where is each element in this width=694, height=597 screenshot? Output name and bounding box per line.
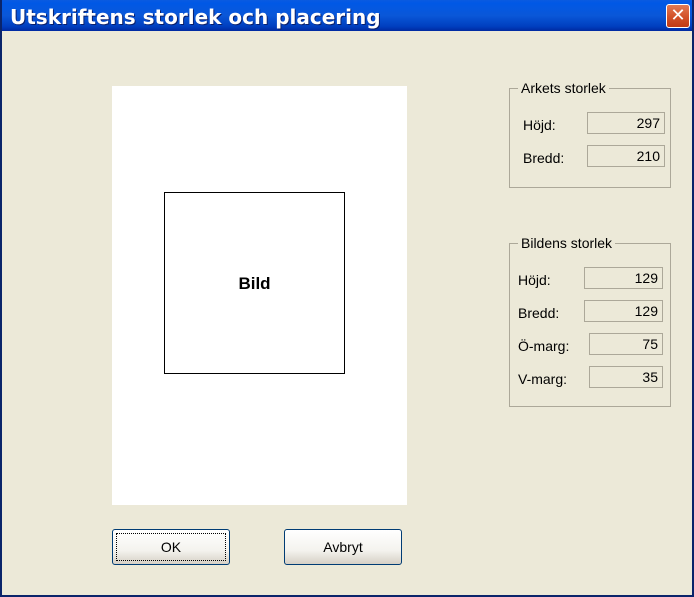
- image-height-label: Höjd:: [518, 272, 551, 288]
- sheet-width-field: 210: [587, 145, 665, 167]
- left-margin-field: 35: [589, 366, 663, 388]
- cancel-button[interactable]: Avbryt: [284, 529, 402, 565]
- image-height-field: 129: [584, 267, 663, 289]
- sheet-height-label: Höjd:: [523, 117, 556, 133]
- image-width-field: 129: [584, 300, 663, 322]
- close-icon: ✕: [670, 5, 686, 26]
- title-bar[interactable]: Utskriftens storlek och placering ✕: [2, 0, 692, 31]
- sheet-size-group: Arkets storlek: [509, 80, 671, 188]
- cancel-button-label: Avbryt: [323, 539, 363, 555]
- image-size-title: Bildens storlek: [518, 235, 616, 252]
- image-width-label: Bredd:: [518, 305, 560, 321]
- top-margin-label: Ö-marg:: [518, 338, 570, 354]
- image-label: Bild: [238, 274, 271, 293]
- sheet-size-title: Arkets storlek: [518, 80, 609, 97]
- ok-button[interactable]: OK: [112, 529, 230, 565]
- close-button[interactable]: ✕: [666, 4, 690, 28]
- dialog-window: Utskriftens storlek och placering ✕ Bild…: [0, 0, 694, 597]
- sheet-height-field: 297: [587, 112, 665, 134]
- sheet-width-label: Bredd:: [523, 150, 565, 166]
- window-title: Utskriftens storlek och placering: [10, 5, 381, 29]
- left-margin-label: V-marg:: [518, 371, 568, 387]
- focus-rectangle: [116, 533, 226, 561]
- image-placement-box: Bild: [164, 192, 345, 374]
- top-margin-field: 75: [589, 333, 663, 355]
